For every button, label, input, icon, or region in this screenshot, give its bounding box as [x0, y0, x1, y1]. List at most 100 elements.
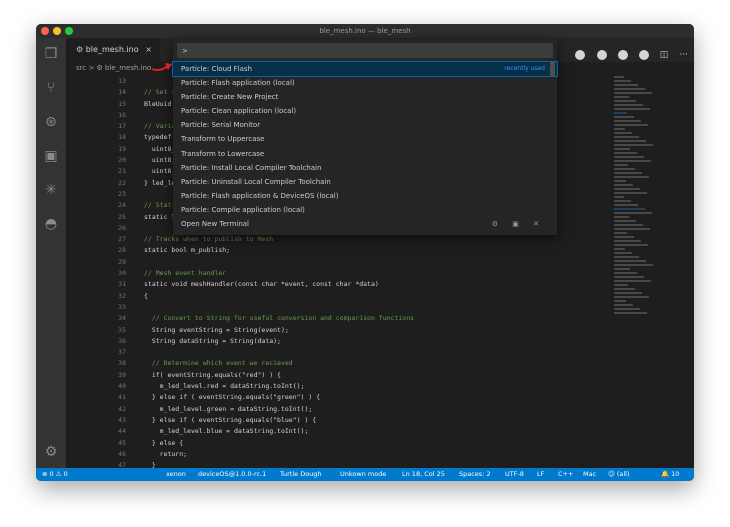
code-line[interactable]: m_led_level.green = dataString.toInt();: [144, 404, 644, 415]
code-line[interactable]: } else {: [144, 438, 644, 449]
deviceos-status[interactable]: deviceOS@1.0.0-rc.1: [198, 468, 266, 481]
minimap-line: [614, 172, 642, 174]
platform-status[interactable]: Mac: [583, 468, 596, 481]
command-palette: Particle: Cloud Flashrecently usedPartic…: [172, 39, 558, 235]
info-icon[interactable]: [617, 49, 628, 60]
minimap-line: [614, 212, 652, 214]
encoding-status[interactable]: UTF-8: [505, 468, 524, 481]
minimap-line: [614, 248, 625, 250]
verify-icon[interactable]: [575, 49, 586, 60]
code-line[interactable]: String dataString = String(data);: [144, 336, 644, 347]
line-number: 38: [118, 359, 126, 368]
command-item[interactable]: Particle: Flash application (local): [173, 76, 557, 90]
editor-scrollbar[interactable]: [686, 76, 694, 468]
minimap-line: [614, 132, 632, 134]
command-item[interactable]: Open New Terminal ⚙ ▣ ✕: [173, 217, 557, 231]
line-number: 45: [118, 438, 126, 447]
code-line[interactable]: static void meshHandler(const char *even…: [144, 279, 644, 290]
minimap-line: [614, 280, 651, 282]
minimap-line: [614, 152, 637, 154]
stop-icon[interactable]: [638, 49, 649, 60]
command-item[interactable]: Particle: Compile application (local): [173, 203, 557, 217]
code-line[interactable]: m_led_level.red = dataString.toInt();: [144, 381, 644, 392]
code-line[interactable]: String eventString = String(event);: [144, 325, 644, 336]
close-window-button[interactable]: [41, 27, 49, 35]
status-bar: ⊗ 0 ⚠ 0 xenon deviceOS@1.0.0-rc.1 Turtle…: [36, 468, 694, 481]
code-line[interactable]: // Convert to String for useful conversi…: [144, 313, 644, 324]
docker-icon[interactable]: ◓: [43, 216, 59, 232]
command-item[interactable]: Particle: Flash application & DeviceOS (…: [173, 189, 557, 203]
device-status[interactable]: xenon: [166, 468, 186, 481]
minimap-line: [614, 124, 648, 126]
code-line[interactable]: // Determine which event we recieved: [144, 358, 644, 369]
minimap-line: [614, 288, 635, 290]
command-item[interactable]: Particle: Create New Project: [173, 90, 557, 104]
code-line[interactable]: } else if ( eventString.equals("blue") )…: [144, 415, 644, 426]
command-item[interactable]: Transform to Lowercase: [173, 147, 557, 161]
minimap-line: [614, 240, 641, 242]
minimap-line: [614, 180, 626, 182]
command-item[interactable]: Transform to Uppercase: [173, 132, 557, 146]
minimize-window-button[interactable]: [53, 27, 61, 35]
line-number: 39: [118, 370, 126, 379]
code-line[interactable]: // Tracks when to publish to Mesh: [144, 234, 644, 245]
eol-status[interactable]: LF: [537, 468, 544, 481]
code-line[interactable]: if( eventString.equals("red") ) {: [144, 370, 644, 381]
indentation-status[interactable]: Spaces: 2: [459, 468, 491, 481]
tab-close-icon[interactable]: ×: [145, 38, 152, 62]
zoom-window-button[interactable]: [65, 27, 73, 35]
minimap-line: [614, 140, 646, 142]
language-status[interactable]: C++: [558, 468, 573, 481]
minimap-line: [614, 284, 628, 286]
code-line[interactable]: [144, 347, 644, 358]
line-number: 15: [118, 99, 126, 108]
user-status[interactable]: ☺ (all): [608, 468, 630, 481]
minimap-line: [614, 232, 627, 234]
minimap-line: [614, 156, 644, 158]
command-item[interactable]: Particle: Clean application (local): [173, 104, 557, 118]
command-label: Particle: Flash application (local): [181, 79, 295, 88]
line-number: 18: [118, 133, 126, 142]
explorer-icon[interactable]: ❐: [43, 46, 59, 62]
more-actions-icon[interactable]: ···: [679, 50, 688, 60]
problems-status[interactable]: ⊗ 0 ⚠ 0: [42, 468, 68, 481]
code-line[interactable]: [144, 257, 644, 268]
extensions-icon[interactable]: ▣: [43, 148, 59, 164]
minimap-line: [614, 216, 629, 218]
code-line[interactable]: return;: [144, 449, 644, 460]
command-item[interactable]: Particle: Cloud Flash recently used: [172, 60, 558, 78]
flash-icon[interactable]: [596, 49, 607, 60]
minimap-line: [614, 112, 627, 114]
command-item[interactable]: Particle: Install Local Compiler Toolcha…: [173, 161, 557, 175]
minimap[interactable]: [614, 76, 664, 466]
command-item[interactable]: Particle: Uninstall Local Compiler Toolc…: [173, 175, 557, 189]
minimap-line: [614, 160, 651, 162]
code-line[interactable]: } else if ( eventString.equals("green") …: [144, 392, 644, 403]
minimap-line: [614, 224, 643, 226]
code-line[interactable]: static bool m_publish;: [144, 245, 644, 256]
minimap-line: [614, 76, 624, 78]
minimap-line: [614, 148, 630, 150]
command-palette-input[interactable]: [177, 43, 553, 58]
tab-ble-mesh[interactable]: ⚙ ble_mesh.ino ×: [66, 38, 160, 62]
code-line[interactable]: [144, 302, 644, 313]
target-status[interactable]: Turtle Dough: [280, 468, 322, 481]
split-editor-icon[interactable]: ◫: [660, 50, 669, 60]
line-number: 35: [118, 325, 126, 334]
source-control-icon[interactable]: ⑂: [43, 80, 59, 96]
mode-status[interactable]: Unkown mode: [340, 468, 386, 481]
settings-gear-icon[interactable]: ⚙: [43, 444, 59, 460]
debug-icon[interactable]: ⊛: [43, 114, 59, 130]
notifications-icon[interactable]: 🔔 10: [661, 468, 679, 481]
command-item[interactable]: Particle: Serial Monitor: [173, 118, 557, 132]
command-label: Particle: Uninstall Local Compiler Toolc…: [181, 177, 331, 186]
particle-icon[interactable]: ✳: [43, 182, 59, 198]
command-list-scrollbar[interactable]: [550, 62, 555, 76]
code-line[interactable]: // Mesh event handler: [144, 268, 644, 279]
cursor-position[interactable]: Ln 18, Col 25: [402, 468, 445, 481]
code-line[interactable]: m_led_level.blue = dataString.toInt();: [144, 426, 644, 437]
minimap-line: [614, 100, 636, 102]
code-line[interactable]: {: [144, 291, 644, 302]
command-actions-icon[interactable]: ⚙ ▣ ✕: [492, 217, 545, 231]
line-number: 14: [118, 88, 126, 97]
